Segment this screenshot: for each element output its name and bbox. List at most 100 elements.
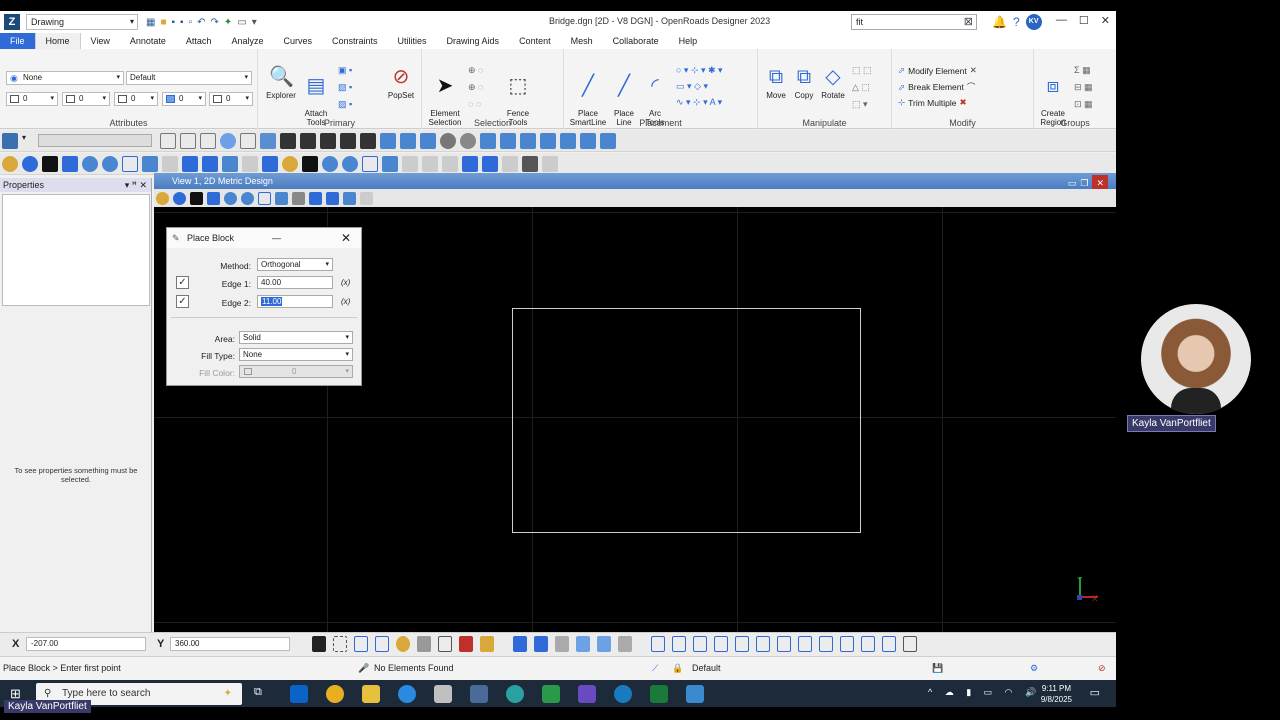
display-style-icon[interactable] — [173, 191, 186, 205]
clip-icon[interactable] — [242, 155, 258, 172]
minimize-icon[interactable]: — — [1056, 14, 1067, 27]
paint-icon[interactable] — [396, 636, 410, 652]
user-avatar[interactable]: KV — [1025, 14, 1042, 30]
fit-view-icon[interactable] — [142, 155, 158, 172]
view-attributes-icon[interactable] — [156, 191, 169, 205]
method-select[interactable]: Orthogonal ▾ — [257, 258, 333, 271]
view-tool-icon[interactable] — [560, 132, 576, 149]
walk-icon[interactable] — [442, 155, 458, 172]
snap-tool-icon[interactable] — [798, 636, 812, 652]
zoom-out-icon[interactable] — [342, 155, 358, 172]
line-style-combo[interactable]: 0 ▾ — [114, 92, 158, 106]
text-tools-icon[interactable]: ∿ ▾ ⊹ ▾ A ▾ — [676, 97, 723, 108]
taskbar-clock[interactable]: 9:11 PM 9/8/2025 — [1041, 683, 1072, 705]
explorer-button[interactable]: 🔍 Explorer — [262, 65, 300, 100]
transparency-combo[interactable]: 0 ▾ — [162, 92, 206, 106]
display-style-icon[interactable] — [22, 155, 38, 172]
fit-view-icon[interactable] — [275, 191, 288, 205]
excel-icon[interactable] — [650, 685, 668, 703]
snap-tool-icon[interactable] — [840, 636, 854, 652]
view-icon[interactable]: ▦ — [146, 17, 155, 28]
tool-icon[interactable] — [618, 636, 632, 652]
draw-tool-icon[interactable] — [420, 132, 436, 149]
next-view-icon[interactable] — [202, 155, 218, 172]
view-tool-icon[interactable] — [580, 132, 596, 149]
y-coordinate-input[interactable]: 360.00 — [170, 637, 290, 651]
chrome-icon[interactable] — [326, 685, 344, 703]
clip-icon[interactable] — [542, 155, 558, 172]
notification-icon[interactable]: 🔔 — [992, 15, 1007, 29]
undo-icon[interactable]: ↶ — [197, 17, 205, 28]
copy-button[interactable]: ⧉ Copy — [790, 65, 818, 100]
weight-combo[interactable]: 0 ▾ — [62, 92, 110, 106]
rotate-view-icon[interactable] — [292, 191, 305, 205]
snap-mode-icon[interactable]: ⟋ — [652, 663, 658, 674]
lock-status-icon[interactable]: 🔒 — [672, 663, 683, 674]
draw-tool-icon[interactable] — [380, 132, 396, 149]
snap-tool-icon[interactable] — [819, 636, 833, 652]
teams-icon[interactable] — [578, 685, 596, 703]
close-icon[interactable]: ✕ — [341, 228, 351, 248]
tab-home[interactable]: Home — [34, 33, 81, 49]
edge1-input[interactable]: 40.00 — [257, 276, 333, 289]
modify-element-button[interactable]: ⬀ Modify Element ✕ — [898, 65, 977, 76]
color-combo[interactable]: 0 ▾ — [6, 92, 58, 106]
bing-icon[interactable] — [42, 155, 58, 172]
tab-analyze[interactable]: Analyze — [221, 33, 273, 49]
task-view-icon[interactable]: ⧉ — [254, 686, 262, 699]
view-tool-icon[interactable] — [600, 132, 616, 149]
display-style-icon[interactable] — [282, 155, 298, 172]
tab-curves[interactable]: Curves — [273, 33, 322, 49]
tab-collaborate[interactable]: Collaborate — [603, 33, 669, 49]
edge2-input[interactable]: 11.00 — [257, 295, 333, 308]
camera-icon[interactable] — [522, 155, 538, 172]
edge-dev-icon[interactable] — [506, 685, 524, 703]
snap-tool-icon[interactable] — [903, 636, 917, 652]
extend-icon[interactable]: ⌒ — [967, 81, 976, 93]
zoom-in-icon[interactable] — [322, 155, 338, 172]
tab-utilities[interactable]: Utilities — [388, 33, 437, 49]
clip-icon[interactable] — [502, 155, 518, 172]
microphone-icon[interactable]: 🎤 — [358, 663, 369, 674]
cell-icon[interactable]: ⊟ ▦ — [1074, 82, 1093, 93]
save-icon[interactable]: ▪ — [172, 17, 176, 28]
model-icon[interactable]: ▣ ▪ — [338, 65, 352, 76]
priority-icon[interactable] — [240, 132, 256, 149]
snap-tool-icon[interactable] — [735, 636, 749, 652]
grid-icon[interactable] — [534, 636, 548, 652]
level-filter-combo[interactable] — [38, 134, 152, 147]
reference-icon[interactable]: ▧ ▪ — [338, 82, 352, 93]
brush-icon[interactable] — [207, 191, 220, 205]
style-icon[interactable] — [200, 132, 216, 149]
fence-icon[interactable] — [375, 636, 389, 652]
tab-attach[interactable]: Attach — [176, 33, 222, 49]
next-view-icon[interactable] — [326, 191, 339, 205]
group-icon[interactable]: Σ ▦ — [1074, 65, 1093, 76]
previous-view-icon[interactable] — [182, 155, 198, 172]
view-tool-icon[interactable] — [540, 132, 556, 149]
outlook-icon[interactable] — [290, 685, 308, 703]
fit-view-icon[interactable] — [382, 155, 398, 172]
app-icon[interactable] — [542, 685, 560, 703]
bing-icon[interactable] — [190, 191, 203, 205]
help-icon[interactable]: ? — [1013, 15, 1020, 29]
rotate-button[interactable]: ◇ Rotate — [818, 65, 848, 100]
tab-view[interactable]: View — [81, 33, 120, 49]
view-attributes-icon[interactable] — [2, 155, 18, 172]
snap-tool-icon[interactable] — [693, 636, 707, 652]
select-by-icon[interactable]: ⊕ ◌ — [468, 82, 483, 93]
break-element-button[interactable]: ⬀ Break Element ⌒ — [898, 81, 975, 93]
zoom-out-icon[interactable] — [241, 191, 254, 205]
zoom-in-icon[interactable] — [224, 191, 237, 205]
error-icon[interactable]: ⊘ — [1098, 663, 1106, 674]
snap-tool-icon[interactable] — [714, 636, 728, 652]
grid-icon[interactable] — [513, 636, 527, 652]
mirror-icon[interactable]: △ ⬚ — [852, 82, 872, 93]
view-tool-icon[interactable] — [500, 132, 516, 149]
edge-icon[interactable] — [398, 685, 416, 703]
walk-icon[interactable] — [422, 155, 438, 172]
level-display-icon[interactable] — [2, 132, 18, 149]
lock-icon[interactable] — [280, 132, 296, 149]
select-group-icon[interactable]: ◌ ◌ — [468, 99, 483, 109]
text-icon[interactable] — [597, 636, 611, 652]
